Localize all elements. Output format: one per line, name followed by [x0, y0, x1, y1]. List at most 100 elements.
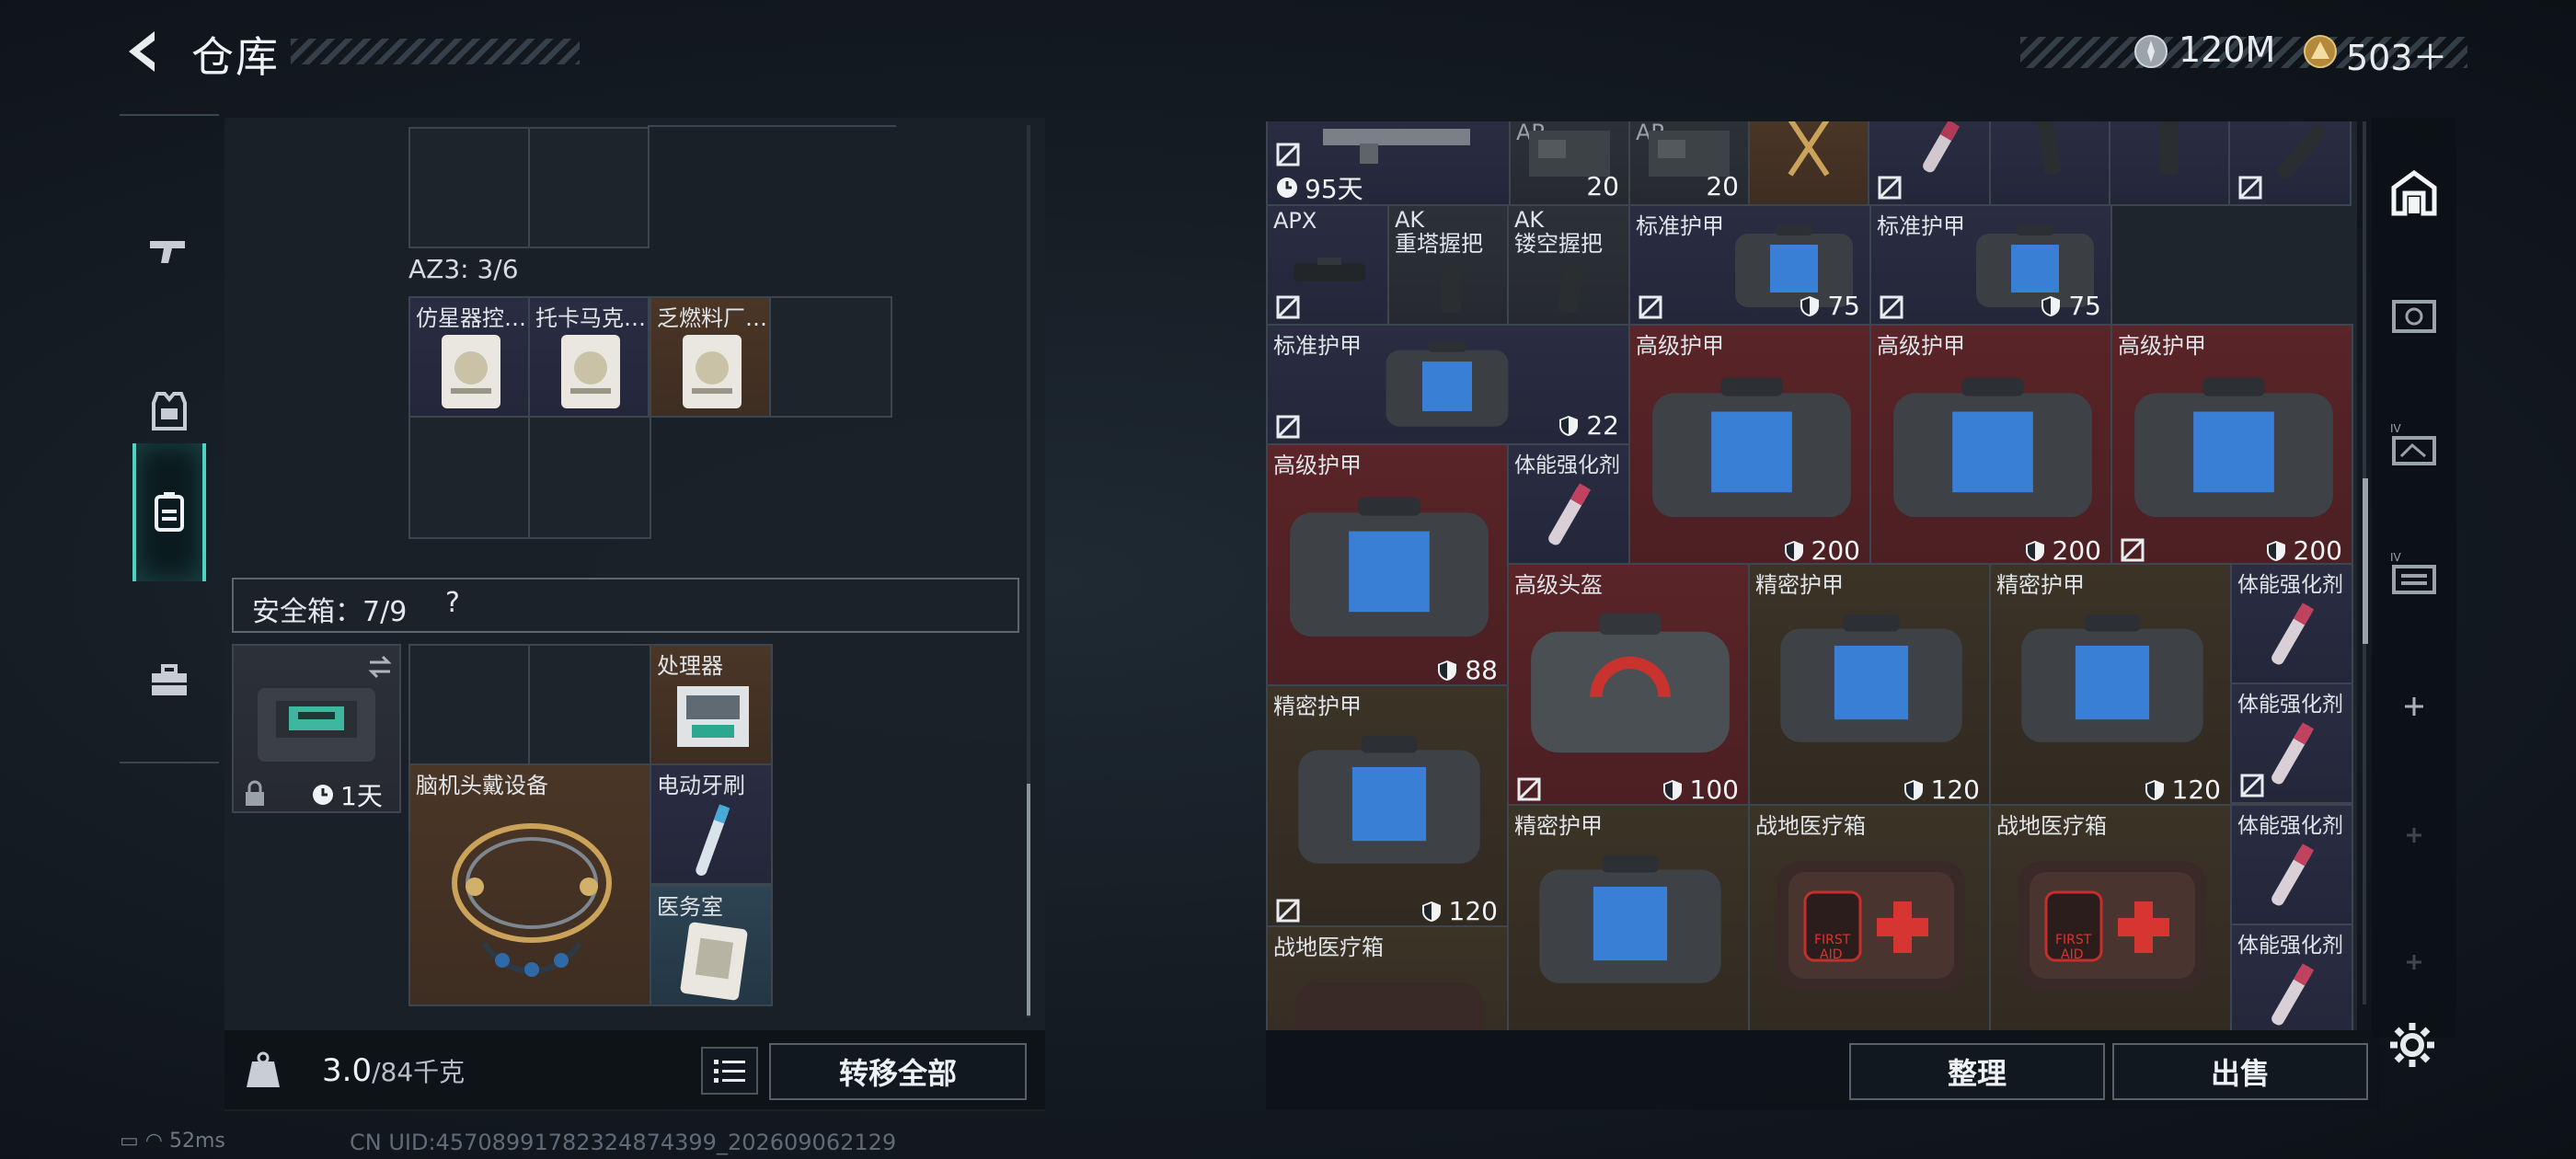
- item-tile[interactable]: 乏燃料厂…: [650, 296, 771, 418]
- item-tile[interactable]: 处理器: [650, 644, 773, 765]
- empty-slot[interactable]: [408, 416, 530, 539]
- transfer-all-button[interactable]: 转移全部: [769, 1043, 1027, 1100]
- item-tile[interactable]: 医务室: [650, 885, 773, 1006]
- scrollbar-thumb[interactable]: [2363, 478, 2368, 644]
- item-tile[interactable]: 精密护甲 120: [1266, 684, 1509, 927]
- item-tile[interactable]: 高级护甲 88: [1266, 443, 1509, 686]
- durability-badge: 75: [2039, 291, 2101, 321]
- syringe-icon: [2271, 963, 2315, 1026]
- keycard-icon: [683, 335, 742, 408]
- headset-icon: [452, 823, 612, 977]
- swap-icon[interactable]: [366, 653, 394, 681]
- stash-tab-3[interactable]: IV: [2381, 412, 2447, 478]
- empty-slot[interactable]: [408, 127, 530, 248]
- help-button[interactable]: ?: [445, 587, 460, 619]
- item-tile[interactable]: 托卡马克…: [528, 296, 650, 418]
- safe-case-tile[interactable]: 1天: [232, 644, 401, 813]
- item-tile[interactable]: 高级护甲 200: [1628, 324, 1871, 567]
- stash-tab-4[interactable]: IV: [2381, 541, 2447, 607]
- first-aid-kit-icon: FIRSTAID: [2018, 861, 2206, 990]
- stash-tab-2[interactable]: [2381, 281, 2447, 348]
- item-tile[interactable]: 精密护甲 120: [1989, 563, 2232, 806]
- case-level4-icon: IV: [2390, 422, 2436, 465]
- item-name: 仿星器控…: [416, 305, 526, 331]
- empty-slot[interactable]: [408, 644, 530, 765]
- no-durability-icon: [2121, 538, 2145, 562]
- currency-gold-value[interactable]: 503＋: [2346, 29, 2448, 80]
- scrollbar-thumb[interactable]: [1027, 784, 1030, 1016]
- shield-icon: [1662, 779, 1682, 800]
- item-tile[interactable]: AP 20: [1509, 121, 1630, 206]
- stash-tab-main[interactable]: [2381, 160, 2447, 226]
- item-tile[interactable]: 体能强化剂: [2230, 924, 2353, 1030]
- no-durability-icon: [1276, 143, 1300, 166]
- plus-icon: [2407, 955, 2421, 970]
- item-tile[interactable]: 战地医疗箱 FIRST AID: [1748, 804, 1991, 1030]
- weight-readout: 3.0/84千克: [322, 1052, 466, 1089]
- item-tile[interactable]: AK 重塔握把: [1387, 204, 1509, 326]
- item-tile[interactable]: 精密护甲 120: [1748, 563, 1991, 806]
- nav-weapons[interactable]: [132, 182, 206, 320]
- empty-slot[interactable]: [769, 296, 892, 418]
- empty-slot[interactable]: [528, 416, 651, 539]
- item-name: 体能强化剂: [2237, 693, 2343, 717]
- item-tile[interactable]: 体能强化剂: [2230, 563, 2353, 684]
- item-tile[interactable]: 标准护甲 22: [1266, 324, 1630, 445]
- item-tile[interactable]: 体能强化剂: [2230, 683, 2353, 804]
- item-tile[interactable]: [2228, 121, 2352, 206]
- item-tile[interactable]: 体能强化剂: [1507, 443, 1630, 565]
- svg-text:AID: AID: [2061, 947, 2084, 962]
- svg-text:FIRST: FIRST: [2055, 933, 2092, 947]
- item-tile[interactable]: [2109, 121, 2230, 206]
- scope-icon: [1294, 258, 1365, 281]
- nav-backpack[interactable]: [132, 443, 206, 581]
- toothbrush-icon: [696, 804, 730, 876]
- grip-icon: [2160, 121, 2179, 175]
- item-tile[interactable]: AK 镂空握把: [1507, 204, 1630, 326]
- item-tile[interactable]: [1868, 121, 1991, 206]
- coin-icon: [2134, 35, 2168, 68]
- add-stash-button[interactable]: [2381, 673, 2447, 740]
- helmet-icon: [1531, 613, 1730, 753]
- gear-icon[interactable]: [2386, 1019, 2438, 1071]
- item-tile[interactable]: 电动牙刷: [650, 763, 773, 885]
- item-tile[interactable]: 仿星器控…: [408, 296, 530, 418]
- first-aid-kit-icon: FIRSTAID: [1777, 861, 1965, 990]
- item-tile[interactable]: APX: [1266, 204, 1389, 326]
- sort-button[interactable]: 整理: [1849, 1043, 2105, 1100]
- item-name: 战地医疗箱: [1755, 813, 1866, 839]
- case-level4-icon: IV: [2390, 551, 2436, 594]
- item-tile[interactable]: [1748, 121, 1869, 206]
- az3-capacity-label: AZ3: 3/6: [408, 254, 519, 284]
- durability-badge: 200: [2023, 535, 2101, 565]
- item-tile[interactable]: 高级头盔 100: [1507, 563, 1750, 806]
- list-view-button[interactable]: [701, 1047, 758, 1095]
- item-tile[interactable]: 精密护甲: [1507, 804, 1750, 1030]
- item-tile[interactable]: [1989, 121, 2110, 206]
- item-tile[interactable]: 体能强化剂: [2230, 804, 2353, 925]
- item-tile[interactable]: 战地医疗箱: [1266, 925, 1509, 1030]
- add-stash-button-disabled[interactable]: [2381, 929, 2447, 995]
- empty-slot[interactable]: [528, 644, 651, 765]
- sell-button[interactable]: 出售: [2112, 1043, 2368, 1100]
- item-tile[interactable]: 标准护甲 75: [1869, 204, 2112, 326]
- item-tile[interactable]: 脑机头戴设备: [408, 763, 651, 1006]
- item-tile[interactable]: 95天: [1266, 121, 1511, 206]
- item-name: 乏燃料厂…: [657, 305, 767, 331]
- stack-count: 20: [1586, 171, 1619, 201]
- empty-slot[interactable]: [528, 127, 650, 248]
- item-tile[interactable]: AP 20: [1628, 121, 1750, 206]
- item-name: 精密护甲: [1996, 572, 2085, 598]
- durability-badge: 120: [1902, 775, 1980, 804]
- item-tile[interactable]: 高级护甲 200: [2110, 324, 2353, 567]
- item-tile[interactable]: 高级护甲 200: [1869, 324, 2112, 567]
- armor-vest-icon: [1298, 736, 1480, 864]
- back-button[interactable]: [118, 26, 173, 81]
- no-durability-icon: [2240, 774, 2264, 798]
- item-tile[interactable]: 标准护甲 75: [1628, 204, 1871, 326]
- item-tile[interactable]: 战地医疗箱 FIRST AID: [1989, 804, 2232, 1030]
- add-stash-button-disabled[interactable]: [2381, 802, 2447, 868]
- durability-badge: 200: [2264, 535, 2342, 565]
- item-name: 精密护甲: [1273, 694, 1362, 719]
- nav-toolbox[interactable]: [132, 613, 206, 751]
